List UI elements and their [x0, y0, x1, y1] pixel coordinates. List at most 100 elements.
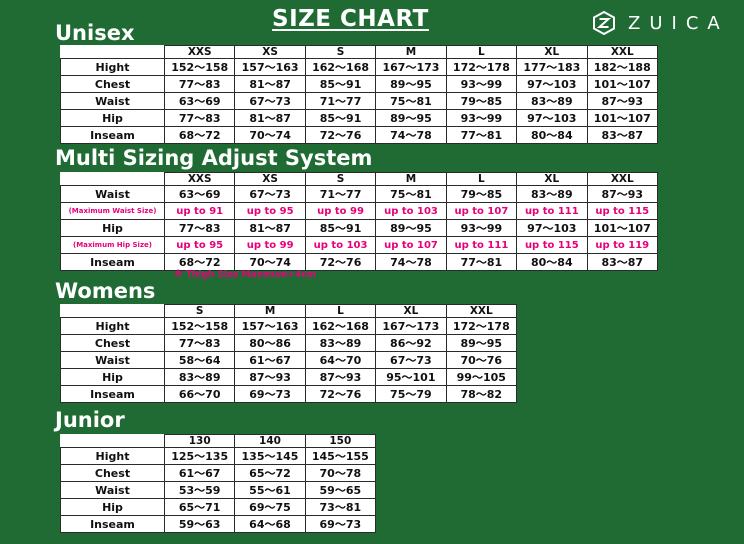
- table-cell: 69～75: [234, 498, 306, 516]
- table-cell: 65～71: [163, 498, 236, 516]
- table-row: Hip 83～89 87～93 87～93 95～101 99～105: [60, 368, 518, 386]
- table-cell: 97～103: [516, 75, 588, 93]
- table-cell: 157～163: [234, 58, 306, 76]
- table-cell: 87～93: [586, 185, 659, 203]
- table-cell: 59～65: [304, 481, 377, 499]
- table-cell: 83～89: [516, 92, 588, 110]
- table-cell: 81～87: [234, 75, 306, 93]
- table-cell: 70～74: [234, 253, 306, 271]
- table-cell: up to 107: [445, 202, 518, 220]
- table-cell: 182～188: [586, 58, 659, 76]
- header-blank-cell: [60, 434, 165, 448]
- table-cell: 99～105: [445, 368, 518, 386]
- table-row: (Maximum Waist Size) up to 91 up to 95 up t…: [60, 202, 659, 220]
- zuica-logo-icon: [593, 11, 615, 35]
- table-cell: 81～87: [234, 219, 306, 237]
- table-row: Hight 125～135 135～145 145～155: [60, 447, 377, 465]
- table-row: Waist 63～69 67～73 71～77 75～81 79～85 83～89 87～93: [60, 92, 659, 110]
- row-label: (Maximum Hip Size): [60, 236, 165, 254]
- table-cell: 53～59: [163, 481, 236, 499]
- table-cell: up to 99: [234, 236, 306, 254]
- header-blank-cell: [60, 45, 165, 59]
- row-label: Inseam: [60, 126, 165, 144]
- table-cell: 77～83: [163, 219, 236, 237]
- table-row: (Maximum Hip Size) up to 95 up to 99 up to …: [60, 236, 659, 254]
- table-cell: 71～77: [304, 185, 377, 203]
- size-column-header: XL: [516, 172, 588, 186]
- table-cell: 85～91: [304, 109, 377, 127]
- table-cell: 87～93: [234, 368, 306, 386]
- table-cell: 101～107: [586, 109, 659, 127]
- brand-name: ZUICA: [628, 12, 729, 34]
- table-cell: 61～67: [234, 351, 306, 369]
- size-column-header: XL: [375, 304, 447, 318]
- page-title: SIZE CHART: [272, 6, 429, 32]
- table-cell: 135～145: [234, 447, 306, 465]
- table-cell: 79～85: [445, 92, 518, 110]
- table-cell: up to 107: [375, 236, 447, 254]
- section-heading-unisex: Unisex: [55, 21, 135, 45]
- table-cell: 97～103: [516, 219, 588, 237]
- row-label: Chest: [60, 334, 165, 352]
- size-column-header: L: [445, 45, 518, 59]
- table-cell: 78～82: [445, 385, 518, 403]
- table-cell: up to 91: [163, 202, 236, 220]
- row-label: Waist: [60, 481, 165, 499]
- header-blank-cell: [60, 304, 165, 318]
- row-label: Hip: [60, 368, 165, 386]
- table-cell: 162～168: [304, 58, 377, 76]
- table-cell: 125～135: [163, 447, 236, 465]
- table-cell: 89～95: [375, 109, 447, 127]
- table-cell: 61～67: [163, 464, 236, 482]
- table-row: Hip 77～83 81～87 85～91 89～95 93～99 97～103 101～10…: [60, 219, 659, 237]
- table-cell: up to 103: [304, 236, 377, 254]
- header-blank-cell: [60, 172, 165, 186]
- table-cell: 157～163: [234, 317, 306, 335]
- table-cell: 70～78: [304, 464, 377, 482]
- table-cell: 73～81: [304, 498, 377, 516]
- table-cell: 87～93: [304, 368, 377, 386]
- junior-size-table: 130 140 150 Hight 125～135 135～145 145～155 Chest…: [60, 434, 377, 533]
- row-label: Waist: [60, 92, 165, 110]
- table-row: Hip 65～71 69～75 73～81: [60, 498, 377, 516]
- table-cell: 67～73: [375, 351, 447, 369]
- table-cell: 85～91: [304, 219, 377, 237]
- row-label: Hight: [60, 58, 165, 76]
- table-cell: 152～158: [163, 58, 236, 76]
- size-column-header: 150: [304, 434, 377, 448]
- row-label: Inseam: [60, 385, 165, 403]
- size-column-header: 130: [163, 434, 236, 448]
- table-cell: 87～93: [586, 92, 659, 110]
- table-cell: up to 103: [375, 202, 447, 220]
- table-row: Inseam 66～70 69～73 72～76 75～79 78～82: [60, 385, 518, 403]
- table-cell: up to 111: [516, 202, 588, 220]
- table-cell: 83～89: [304, 334, 377, 352]
- row-label: Inseam: [60, 253, 165, 271]
- row-label: Hip: [60, 498, 165, 516]
- size-column-header: XXL: [586, 172, 659, 186]
- table-cell: 95～101: [375, 368, 447, 386]
- table-cell: 77～83: [163, 109, 236, 127]
- header-row: S M L XL XXL: [60, 304, 518, 318]
- row-label: Chest: [60, 75, 165, 93]
- table-cell: up to 115: [516, 236, 588, 254]
- table-cell: up to 111: [445, 236, 518, 254]
- table-cell: 177～183: [516, 58, 588, 76]
- section-heading-multi: Multi Sizing Adjust System: [55, 146, 373, 170]
- table-cell: 64～68: [234, 515, 306, 533]
- table-cell: 58～64: [163, 351, 236, 369]
- table-cell: 55～61: [234, 481, 306, 499]
- size-column-header: S: [163, 304, 236, 318]
- size-column-header: M: [234, 304, 306, 318]
- table-cell: 63～69: [163, 185, 236, 203]
- size-column-header: L: [445, 172, 518, 186]
- table-cell: 97～103: [516, 109, 588, 127]
- table-cell: 80～84: [516, 253, 588, 271]
- size-column-header: XXL: [586, 45, 659, 59]
- table-cell: 68～72: [163, 126, 236, 144]
- table-row: Waist 58～64 61～67 64～70 67～73 70～76: [60, 351, 518, 369]
- section-heading-womens: Womens: [55, 279, 156, 303]
- table-row: Inseam 59～63 64～68 69～73: [60, 515, 377, 533]
- size-column-header: XXL: [445, 304, 518, 318]
- table-cell: 75～81: [375, 92, 447, 110]
